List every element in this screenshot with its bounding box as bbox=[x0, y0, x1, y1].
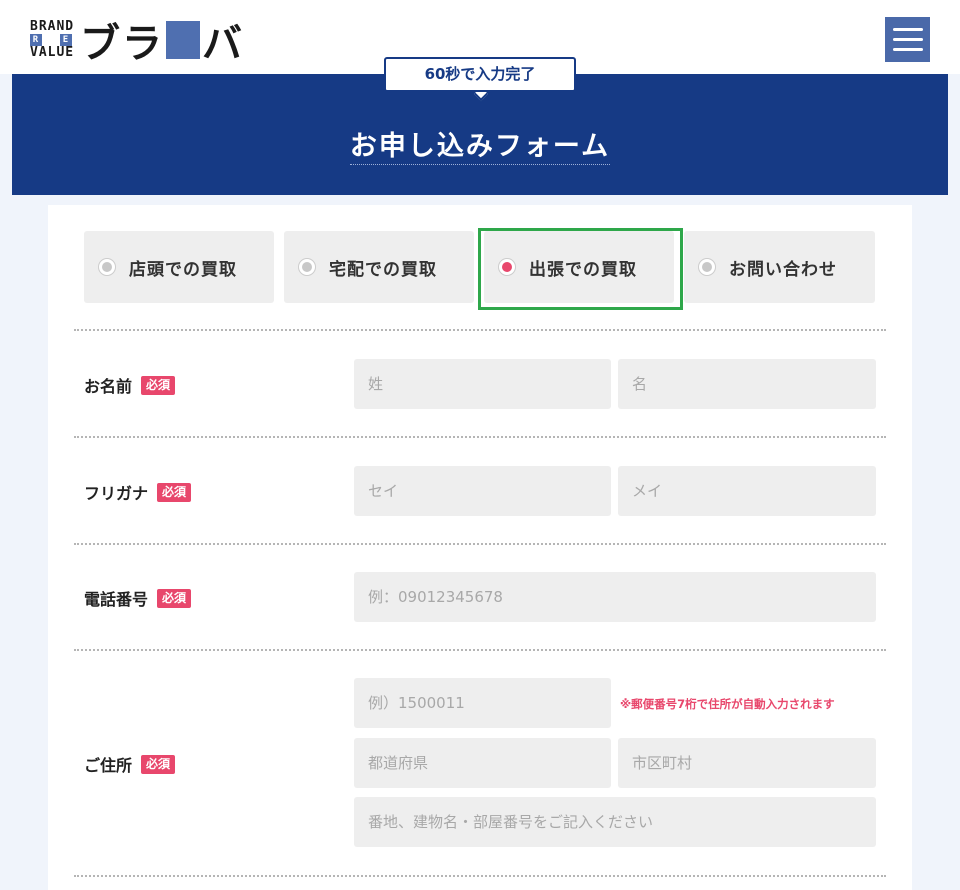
required-badge: 必須 bbox=[157, 482, 192, 502]
first-name-input[interactable] bbox=[618, 359, 876, 409]
divider bbox=[74, 329, 886, 331]
radio-icon[interactable] bbox=[298, 258, 316, 276]
divider bbox=[74, 436, 886, 438]
tab-visit-purchase[interactable]: 出張での買取 bbox=[484, 231, 674, 303]
form-card: 店頭での買取 宅配での買取 出張での買取 お問い合わせ お名前 必須 フリガナ … bbox=[48, 205, 912, 890]
postal-note: ※郵便番号7桁で住所が自動入力されます bbox=[620, 697, 835, 711]
divider bbox=[74, 649, 886, 651]
last-name-input[interactable] bbox=[354, 359, 611, 409]
postal-code-input[interactable] bbox=[354, 678, 611, 728]
last-name-kana-input[interactable] bbox=[354, 466, 611, 516]
brand-logo[interactable]: BRAND RE VALUE ブラ バ bbox=[30, 17, 244, 67]
required-badge: 必須 bbox=[141, 375, 176, 395]
street-address-input[interactable] bbox=[354, 797, 876, 847]
address-label: ご住所 必須 bbox=[84, 752, 176, 776]
divider bbox=[74, 875, 886, 877]
radio-icon[interactable] bbox=[698, 258, 716, 276]
page-title: お申し込みフォーム bbox=[12, 124, 948, 165]
logo-katakana: ブラ バ bbox=[80, 21, 244, 67]
radio-selected-icon[interactable] bbox=[498, 258, 516, 276]
tab-inquiry[interactable]: お問い合わせ bbox=[684, 231, 875, 303]
logo-block bbox=[166, 21, 200, 59]
tab-delivery-purchase[interactable]: 宅配での買取 bbox=[284, 231, 474, 303]
hamburger-icon[interactable] bbox=[885, 17, 930, 62]
logo-wordmark: BRAND RE VALUE bbox=[30, 19, 75, 60]
divider bbox=[74, 543, 886, 545]
prefecture-input[interactable] bbox=[354, 738, 611, 788]
required-badge: 必須 bbox=[141, 754, 176, 774]
required-badge: 必須 bbox=[157, 588, 192, 608]
furigana-label: フリガナ 必須 bbox=[84, 480, 192, 504]
phone-label: 電話番号 必須 bbox=[84, 586, 192, 610]
radio-icon[interactable] bbox=[98, 258, 116, 276]
phone-input[interactable] bbox=[354, 572, 876, 622]
first-name-kana-input[interactable] bbox=[618, 466, 876, 516]
city-input[interactable] bbox=[618, 738, 876, 788]
speech-badge: 60秒で入力完了 bbox=[384, 57, 576, 92]
name-label: お名前 必須 bbox=[84, 373, 176, 397]
tab-store-purchase[interactable]: 店頭での買取 bbox=[84, 231, 274, 303]
